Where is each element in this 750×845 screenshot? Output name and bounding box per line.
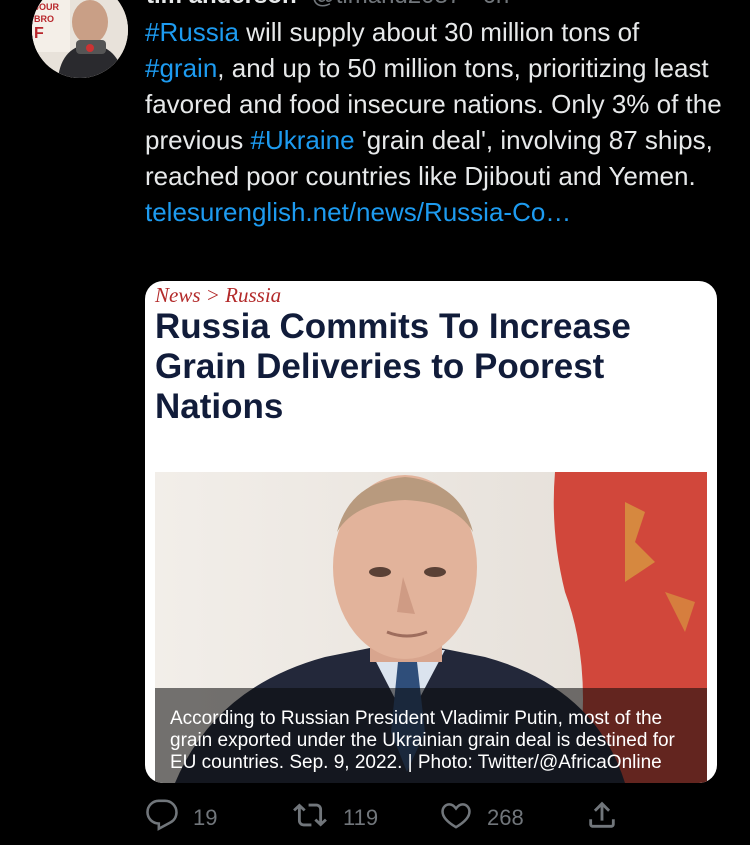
reply-count: 19 [193, 805, 218, 830]
reply-icon [145, 798, 179, 838]
card-breadcrumb: News > Russia [155, 283, 282, 307]
avatar-photo: JOUR BRO F [32, 0, 128, 78]
tweet-text: #Russia will supply about 30 million ton… [145, 14, 725, 230]
hashtag-link[interactable]: #Russia [145, 17, 239, 47]
card-caption-overlay: According to Russian President Vladimir … [155, 688, 707, 783]
share-icon [585, 798, 619, 838]
share-button[interactable] [585, 798, 619, 838]
svg-text:JOUR: JOUR [34, 2, 60, 12]
tweet-header: tim anderson @timand2037 · 6h [146, 0, 509, 9]
tweet-text-segment: will supply about 30 million tons of [238, 17, 640, 47]
author-avatar[interactable]: JOUR BRO F [32, 0, 128, 78]
like-button[interactable]: 268 [439, 798, 524, 838]
retweet-icon [291, 798, 329, 838]
tweet-link[interactable]: telesurenglish.net/news/Russia-Co… [145, 197, 571, 227]
svg-text:BRO: BRO [34, 14, 54, 24]
author-name[interactable]: tim anderson [146, 0, 297, 9]
link-preview-card[interactable]: News > Russia Russia Commits To Increase… [145, 281, 717, 783]
card-caption: According to Russian President Vladimir … [170, 708, 675, 773]
tweet-actions: 19 119 268 [145, 798, 625, 838]
retweet-button[interactable]: 119 [291, 798, 378, 838]
hashtag-link[interactable]: #grain [145, 53, 217, 83]
reply-button[interactable]: 19 [145, 798, 217, 838]
svg-text:F: F [34, 25, 44, 42]
hashtag-link[interactable]: #Ukraine [251, 125, 355, 155]
card-headline: Russia Commits To Increase Grain Deliver… [155, 307, 631, 426]
like-icon [439, 798, 473, 838]
retweet-count: 119 [343, 805, 379, 830]
like-count: 268 [487, 805, 524, 830]
tweet-body: #Russia will supply about 30 million ton… [145, 14, 725, 194]
author-handle[interactable]: @timand2037 · 6h [311, 0, 509, 9]
